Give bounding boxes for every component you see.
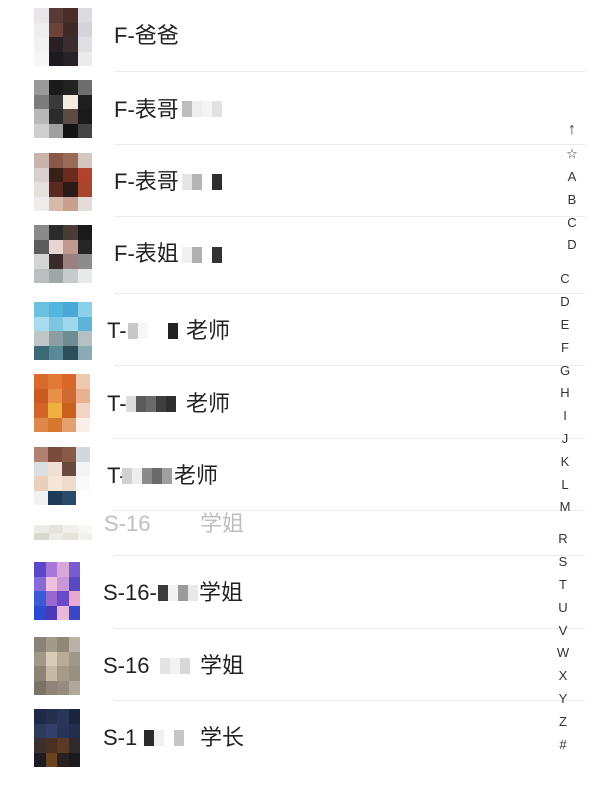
redaction-mosaic	[122, 468, 172, 484]
contact-avatar	[34, 80, 92, 138]
index-letter[interactable]: T	[543, 578, 583, 591]
contact-avatar	[34, 153, 92, 211]
contact-name: F-表哥	[114, 169, 179, 194]
redaction-mosaic	[150, 658, 200, 674]
contact-name-suffix: 学姐	[200, 653, 245, 678]
contact-avatar	[34, 302, 92, 360]
index-letter[interactable]: U	[543, 601, 583, 614]
index-star-icon[interactable]: ☆	[552, 147, 592, 160]
index-top-arrow-icon[interactable]: ↑	[552, 122, 592, 138]
contact-row[interactable]: T- 老师	[0, 366, 585, 439]
index-letter[interactable]: S	[543, 555, 583, 568]
contact-row[interactable]: S-1 学长	[0, 701, 585, 773]
index-letter[interactable]: I	[545, 409, 585, 422]
contact-name: S-1	[103, 725, 138, 750]
contact-name-suffix: 学姐	[199, 580, 244, 605]
contact-avatar	[34, 562, 80, 620]
contact-avatar	[34, 374, 90, 432]
contact-row[interactable]: F-表哥	[0, 72, 585, 145]
index-letter[interactable]: D	[552, 238, 592, 251]
index-letter[interactable]: F	[545, 341, 585, 354]
contact-avatar	[34, 637, 80, 695]
contact-name: F-表哥	[114, 97, 179, 122]
index-letter[interactable]: W	[543, 646, 583, 659]
contact-name: F-爸爸	[114, 23, 179, 48]
redaction-mosaic	[128, 323, 178, 339]
contact-avatar	[34, 709, 80, 767]
contact-name-suffix: 老师	[174, 463, 219, 488]
contact-name: S-16	[103, 653, 150, 678]
contact-row[interactable]: S-16 学姐	[0, 629, 585, 701]
index-letter[interactable]: X	[543, 669, 583, 682]
contact-row[interactable]: S-16 学姐	[0, 511, 585, 556]
contact-name: T-	[107, 391, 127, 416]
index-letter[interactable]: C	[552, 216, 592, 229]
redaction-mosaic	[158, 585, 198, 601]
index-letter[interactable]: C	[545, 272, 585, 285]
contact-avatar	[34, 447, 90, 505]
contact-row[interactable]: T- 老师	[0, 294, 585, 366]
index-letter[interactable]: Y	[543, 692, 583, 705]
redaction-mosaic	[126, 396, 176, 412]
contact-name: S-16-	[103, 580, 157, 605]
redaction-mosaic	[182, 174, 222, 190]
contact-row[interactable]: F-爸爸	[0, 0, 585, 72]
index-letter[interactable]: B	[552, 193, 592, 206]
index-letter[interactable]: A	[552, 170, 592, 183]
contact-row[interactable]: T- 老师	[0, 439, 585, 511]
index-letter[interactable]: V	[543, 624, 583, 637]
index-letter[interactable]: D	[545, 295, 585, 308]
contact-avatar	[34, 525, 92, 555]
contact-name-suffix: 学姐	[200, 511, 245, 536]
index-letter[interactable]: J	[545, 432, 585, 445]
index-letter[interactable]: Z	[543, 715, 583, 728]
index-letter[interactable]: H	[545, 386, 585, 399]
redaction-mosaic	[182, 101, 222, 117]
index-letter[interactable]: G	[545, 364, 585, 377]
index-letter[interactable]: M	[545, 500, 585, 513]
index-letter[interactable]: L	[545, 478, 585, 491]
contact-name-suffix: 老师	[186, 318, 231, 343]
index-letter[interactable]: R	[543, 532, 583, 545]
contact-row[interactable]: F-表姐	[0, 217, 585, 294]
contact-avatar	[34, 225, 92, 283]
contact-name-suffix: 学长	[200, 725, 245, 750]
redaction-mosaic	[144, 730, 194, 746]
contact-avatar	[34, 8, 92, 66]
contact-name: S-16	[104, 511, 151, 536]
contact-row[interactable]: F-表哥	[0, 145, 585, 217]
contact-name: F-表姐	[114, 241, 179, 266]
redaction-mosaic	[182, 247, 222, 263]
contact-name: T-	[107, 318, 127, 343]
index-letter[interactable]: E	[545, 318, 585, 331]
contact-row[interactable]: S-16- 学姐	[0, 556, 585, 629]
index-letter[interactable]: K	[545, 455, 585, 468]
index-letter[interactable]: #	[543, 738, 583, 751]
contact-name-suffix: 老师	[186, 391, 231, 416]
